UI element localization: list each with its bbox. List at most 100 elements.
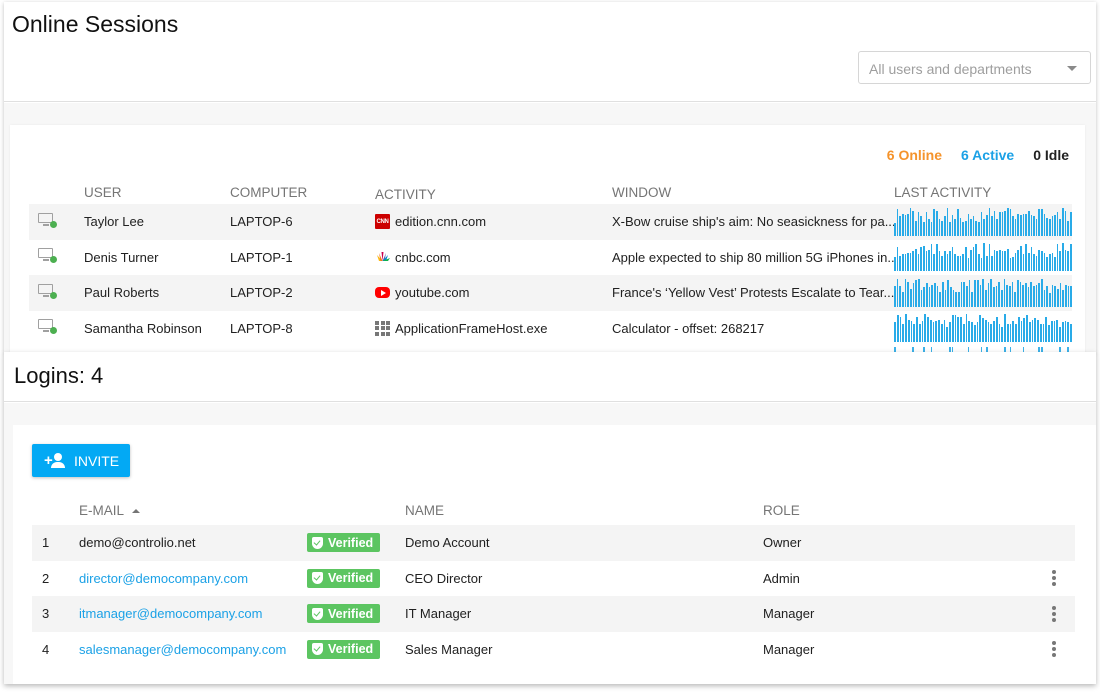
- computer-status: [29, 318, 84, 338]
- activity-bar: [1056, 211, 1059, 236]
- activity-bar: [1067, 251, 1069, 272]
- activity-bar: [970, 250, 972, 272]
- activity-bar: [1014, 291, 1016, 307]
- table-row[interactable]: Taylor Lee LAPTOP-6 CNN edition.cnn.com X-Bo…: [29, 204, 1072, 240]
- header-activity[interactable]: ACTIVITY: [375, 183, 612, 204]
- user-name[interactable]: Samantha Robinson: [84, 321, 230, 336]
- email[interactable]: salesmanager@democompany.com: [79, 642, 286, 657]
- activity-bar: [1067, 220, 1069, 236]
- activity-bar: [996, 251, 998, 272]
- activity-bar: [938, 218, 941, 236]
- activity-bar: [1059, 251, 1061, 272]
- table-row[interactable]: Paul Roberts LAPTOP-2 youtube.com France's …: [29, 275, 1073, 311]
- last-activity-sparkline: [894, 243, 1072, 272]
- activity-bar: [932, 322, 935, 343]
- activity-bar: [907, 320, 910, 343]
- header-window[interactable]: WINDOW: [612, 183, 894, 204]
- more-vert-icon[interactable]: [1046, 639, 1062, 659]
- header-computer[interactable]: COMPUTER: [230, 183, 375, 204]
- activity-bar: [995, 317, 998, 343]
- activity-bar: [957, 208, 959, 236]
- users-departments-select[interactable]: All users and departments: [858, 51, 1091, 84]
- activity-bar: [896, 278, 899, 307]
- user-name[interactable]: Paul Roberts: [84, 285, 230, 300]
- table-row[interactable]: Denis Turner LAPTOP-1 cnbc.com Apple expect…: [29, 240, 1072, 276]
- activity-bar: [1034, 318, 1036, 343]
- activity-bar: [1017, 317, 1020, 343]
- logins-card: + INVITE E-MAIL NAME ROLE 1 demo@controli…: [13, 425, 1096, 684]
- activity-bar: [1062, 243, 1064, 272]
- activity-bar: [951, 315, 954, 343]
- shield-check-icon: [312, 643, 323, 656]
- activity-bar: [960, 281, 963, 307]
- activity-bar: [912, 210, 914, 236]
- computer-online-icon: [38, 212, 58, 229]
- table-row[interactable]: 3 itmanager@democompany.com Verified IT Man…: [32, 596, 1075, 632]
- online-count[interactable]: 6 Online: [887, 147, 942, 163]
- active-count[interactable]: 6 Active: [961, 147, 1014, 163]
- logins-header: Logins: 4: [4, 352, 1096, 402]
- header-email[interactable]: E-MAIL: [79, 503, 307, 525]
- activity-bar: [924, 314, 926, 343]
- more-vert-icon[interactable]: [1046, 568, 1062, 588]
- activity-bar: [964, 247, 967, 272]
- activity-bar: [1000, 289, 1003, 307]
- activity-bar: [1043, 213, 1046, 236]
- activity-bar: [992, 286, 995, 307]
- online-sessions-panel: Online Sessions All users and department…: [4, 2, 1096, 354]
- activity-bar: [974, 279, 976, 307]
- activity-bar: [1040, 278, 1043, 307]
- activity-bar: [1003, 278, 1006, 307]
- activity-bar: [941, 256, 943, 272]
- more-vert-icon[interactable]: [1046, 604, 1062, 624]
- activity-bar: [938, 320, 940, 343]
- activity-bar: [988, 244, 991, 272]
- activity-bar: [1009, 258, 1012, 272]
- activity-bar: [1035, 218, 1038, 236]
- table-row[interactable]: 1 demo@controlio.net Verified Demo Account O…: [32, 525, 1075, 561]
- header-name[interactable]: NAME: [405, 503, 763, 525]
- activity-label: cnbc.com: [395, 249, 451, 265]
- header-role[interactable]: ROLE: [763, 503, 1033, 525]
- activity-bar: [930, 221, 933, 236]
- activity-bar: [905, 314, 907, 343]
- table-row[interactable]: Samantha Robinson LAPTOP-8 ApplicationFram…: [29, 311, 1072, 347]
- email[interactable]: itmanager@democompany.com: [79, 606, 262, 621]
- header-number: [32, 503, 79, 525]
- activity-bar: [1048, 218, 1051, 236]
- table-row[interactable]: 4 salesmanager@democompany.com Verified Sal…: [32, 632, 1075, 668]
- activity-bar: [1035, 256, 1038, 272]
- email[interactable]: director@democompany.com: [79, 571, 248, 586]
- activity-bar: [990, 278, 992, 307]
- activity-bar: [1004, 314, 1006, 343]
- logins-table: E-MAIL NAME ROLE 1 demo@controlio.net Veri…: [32, 503, 1075, 667]
- activity-bar: [1014, 218, 1017, 236]
- header-last-activity[interactable]: LAST ACTIVITY: [894, 183, 1072, 204]
- activity-bar: [946, 254, 949, 272]
- activity-bar: [975, 244, 977, 272]
- activity-bar: [1069, 211, 1072, 236]
- activity-bar: [1039, 324, 1042, 343]
- user-name[interactable]: Denis Turner: [84, 250, 230, 265]
- account-role: Admin: [763, 570, 800, 586]
- chevron-down-icon: [1067, 66, 1077, 71]
- activity-bar: [1059, 327, 1061, 343]
- activity-bar: [1022, 254, 1025, 272]
- row-number: 4: [42, 641, 50, 657]
- activity-bar: [928, 218, 930, 236]
- user-name[interactable]: Taylor Lee: [84, 214, 230, 229]
- verified-badge: Verified: [307, 604, 381, 624]
- activity-bar: [979, 315, 981, 343]
- activity-bar: [1062, 207, 1064, 236]
- activity-bar: [928, 250, 930, 272]
- header-user[interactable]: USER: [84, 183, 230, 204]
- activity-bar: [1006, 207, 1009, 236]
- activity-bar: [925, 251, 928, 272]
- activity-bar: [983, 243, 985, 272]
- table-row[interactable]: 2 director@democompany.com Verified CEO Dir…: [32, 561, 1075, 597]
- activity-bar: [1056, 244, 1059, 272]
- header-status: [29, 183, 84, 204]
- idle-count[interactable]: 0 Idle: [1033, 147, 1069, 163]
- invite-button[interactable]: + INVITE: [32, 444, 130, 477]
- activity-bar: [896, 315, 899, 343]
